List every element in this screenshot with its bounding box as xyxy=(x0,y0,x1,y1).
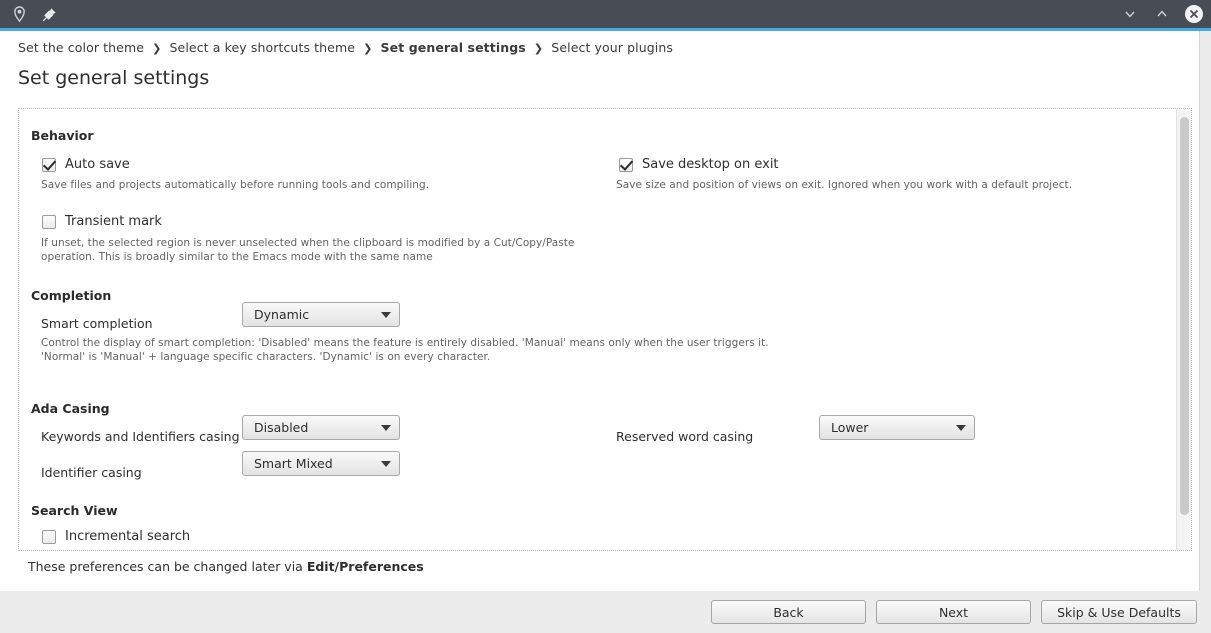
page-title: Set general settings xyxy=(18,67,209,89)
breadcrumb-separator-icon: ❯ xyxy=(359,42,376,55)
smart-completion-combobox[interactable]: Dynamic xyxy=(242,302,400,327)
transient-mark-row[interactable]: Transient mark xyxy=(42,214,162,229)
smart-completion-value: Dynamic xyxy=(254,307,309,322)
scrollbar-thumb[interactable] xyxy=(1180,117,1189,515)
next-button[interactable]: Next xyxy=(876,600,1031,624)
incremental-search-row[interactable]: Incremental search xyxy=(42,529,190,544)
breadcrumb-item-key-shortcuts[interactable]: Select a key shortcuts theme xyxy=(170,40,356,55)
transient-mark-hint: If unset, the selected region is never u… xyxy=(41,236,611,264)
breadcrumb-item-general-settings[interactable]: Set general settings xyxy=(381,40,526,55)
smart-completion-hint: Control the display of smart completion:… xyxy=(41,336,801,364)
settings-scroll-area: Behavior Auto save Save files and projec… xyxy=(18,108,1192,551)
section-title-search-view: Search View xyxy=(31,503,118,518)
identifier-casing-value: Smart Mixed xyxy=(254,456,333,471)
auto-save-label: Auto save xyxy=(65,157,130,172)
breadcrumb-separator-icon: ❯ xyxy=(148,42,165,55)
transient-mark-checkbox[interactable] xyxy=(42,215,56,229)
window-titlebar xyxy=(0,0,1211,28)
transient-mark-label: Transient mark xyxy=(65,214,162,229)
breadcrumb: Set the color theme ❯ Select a key short… xyxy=(18,40,673,55)
keywords-casing-value: Disabled xyxy=(254,420,308,435)
minimize-button[interactable] xyxy=(1119,3,1141,25)
breadcrumb-item-plugins[interactable]: Select your plugins xyxy=(551,40,673,55)
section-title-behavior: Behavior xyxy=(31,128,94,143)
chevron-down-icon xyxy=(956,425,966,431)
close-button[interactable] xyxy=(1183,3,1205,25)
identifier-casing-combobox[interactable]: Smart Mixed xyxy=(242,451,400,476)
maximize-button[interactable] xyxy=(1151,3,1173,25)
reserved-word-casing-label: Reserved word casing xyxy=(616,429,753,444)
preferences-note-emphasis: Edit/Preferences xyxy=(307,559,424,574)
breadcrumb-item-color-theme[interactable]: Set the color theme xyxy=(18,40,144,55)
titlebar-icon-group xyxy=(0,5,58,23)
keywords-casing-combobox[interactable]: Disabled xyxy=(242,415,400,440)
back-button[interactable]: Back xyxy=(711,600,866,624)
location-pin-icon[interactable] xyxy=(10,5,28,23)
incremental-search-label: Incremental search xyxy=(65,529,190,544)
keywords-casing-label: Keywords and Identifiers casing xyxy=(41,429,240,444)
section-title-completion: Completion xyxy=(31,288,111,303)
reserved-word-casing-combobox[interactable]: Lower xyxy=(819,415,975,440)
save-desktop-label: Save desktop on exit xyxy=(642,157,779,172)
skip-use-defaults-button[interactable]: Skip & Use Defaults xyxy=(1041,600,1197,624)
window-controls xyxy=(1119,0,1205,28)
save-desktop-row[interactable]: Save desktop on exit xyxy=(619,157,779,172)
preferences-note-text: These preferences can be changed later v… xyxy=(28,559,307,574)
auto-save-hint: Save files and projects automatically be… xyxy=(41,178,601,192)
incremental-search-checkbox[interactable] xyxy=(42,530,56,544)
auto-save-row[interactable]: Auto save xyxy=(42,157,130,172)
save-desktop-checkbox[interactable] xyxy=(619,158,633,172)
save-desktop-hint: Save size and position of views on exit.… xyxy=(616,178,1136,192)
chevron-down-icon xyxy=(381,425,391,431)
breadcrumb-separator-icon: ❯ xyxy=(530,42,547,55)
chevron-down-icon xyxy=(381,312,391,318)
settings-content: Behavior Auto save Save files and projec… xyxy=(19,109,1177,551)
identifier-casing-label: Identifier casing xyxy=(41,465,142,480)
chevron-down-icon xyxy=(381,461,391,467)
wizard-button-bar: Back Next Skip & Use Defaults xyxy=(0,591,1211,633)
vertical-scrollbar[interactable] xyxy=(1176,109,1191,550)
auto-save-checkbox[interactable] xyxy=(42,158,56,172)
reserved-word-casing-value: Lower xyxy=(831,420,868,435)
smart-completion-label: Smart completion xyxy=(41,316,153,331)
section-title-ada-casing: Ada Casing xyxy=(31,401,110,416)
preferences-note: These preferences can be changed later v… xyxy=(28,559,424,574)
pushpin-icon[interactable] xyxy=(40,5,58,23)
